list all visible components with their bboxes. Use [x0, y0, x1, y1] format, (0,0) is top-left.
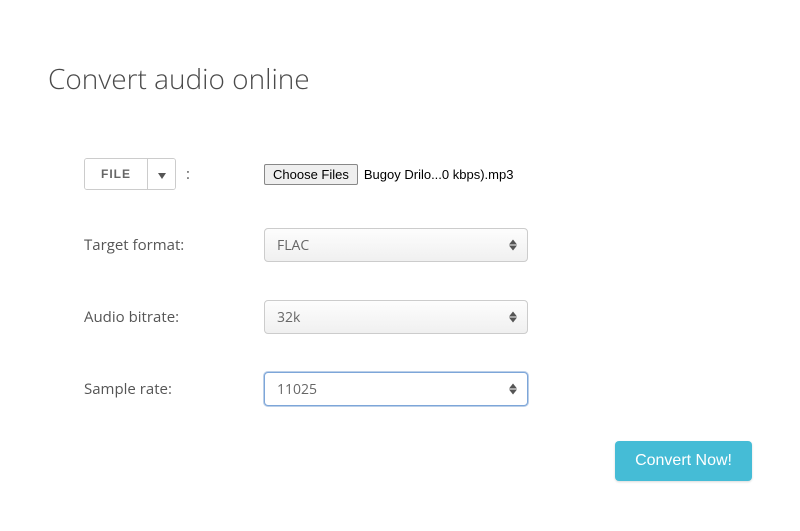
file-row: FILE : Choose Files Bugoy Drilo...0 kbps… [84, 158, 752, 190]
target-format-value: FLAC [277, 236, 309, 255]
file-source-button[interactable]: FILE [85, 159, 147, 189]
file-source-caret[interactable] [147, 159, 175, 189]
page-title: Convert audio online [48, 60, 752, 98]
sort-arrows-icon [509, 312, 517, 323]
target-format-label: Target format: [84, 235, 184, 255]
sample-rate-value: 11025 [277, 380, 317, 399]
sort-arrows-icon [509, 384, 517, 395]
target-format-row: Target format: FLAC [84, 228, 752, 262]
caret-down-icon [158, 167, 166, 182]
convert-form: FILE : Choose Files Bugoy Drilo...0 kbps… [48, 158, 752, 406]
sample-rate-row: Sample rate: 11025 [84, 372, 752, 406]
target-format-select[interactable]: FLAC [264, 228, 528, 262]
convert-now-button[interactable]: Convert Now! [615, 441, 752, 481]
selected-filename: Bugoy Drilo...0 kbps).mp3 [364, 167, 514, 182]
audio-bitrate-select[interactable]: 32k [264, 300, 528, 334]
audio-bitrate-value: 32k [277, 308, 300, 327]
sort-arrows-icon [509, 240, 517, 251]
file-source-dropdown[interactable]: FILE [84, 158, 176, 190]
audio-bitrate-label: Audio bitrate: [84, 307, 179, 327]
choose-files-button[interactable]: Choose Files [264, 164, 358, 185]
audio-bitrate-row: Audio bitrate: 32k [84, 300, 752, 334]
sample-rate-label: Sample rate: [84, 379, 172, 399]
file-colon: : [186, 164, 190, 184]
sample-rate-select[interactable]: 11025 [264, 372, 528, 406]
